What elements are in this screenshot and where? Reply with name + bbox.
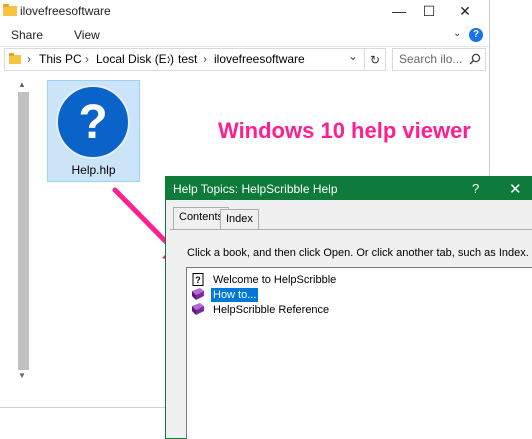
search-icon xyxy=(469,53,481,65)
help-topics-dialog: Help Topics: HelpScribble Help ? ✕ Conte… xyxy=(165,176,532,439)
contents-tree[interactable]: ? Welcome to HelpScribble How to... Help… xyxy=(186,267,532,439)
search-box[interactable]: Search ilo... xyxy=(392,48,486,71)
svg-text:?: ? xyxy=(78,96,107,149)
breadcrumb-test[interactable]: test xyxy=(178,52,197,66)
book-icon xyxy=(192,288,204,300)
tree-item-how-to[interactable]: How to... xyxy=(191,287,259,302)
help-dialog-title-bar[interactable]: Help Topics: HelpScribble Help ? ✕ xyxy=(166,177,532,200)
breadcrumb-separator: › xyxy=(203,52,207,66)
scroll-down-arrow-icon[interactable]: ▼ xyxy=(18,371,26,380)
tree-item-label: HelpScribble Reference xyxy=(213,303,330,316)
breadcrumb-ilovefreesoftware[interactable]: ilovefreesoftware xyxy=(214,52,305,66)
tab-view[interactable]: View xyxy=(74,28,100,42)
breadcrumb-separator: › xyxy=(167,52,171,66)
scroll-up-arrow-icon[interactable]: ▲ xyxy=(18,80,26,89)
chevron-down-icon[interactable]: ⌄ xyxy=(453,28,461,39)
folder-icon xyxy=(9,53,21,64)
tree-item-reference[interactable]: HelpScribble Reference xyxy=(191,302,331,317)
help-dialog-close-button[interactable]: ✕ xyxy=(509,180,522,198)
file-item-help-hlp[interactable]: ? Help.hlp xyxy=(47,80,140,182)
close-button[interactable]: ✕ xyxy=(447,0,483,22)
tree-item-label: Welcome to HelpScribble xyxy=(213,273,337,286)
search-input[interactable]: Search ilo... xyxy=(399,52,462,66)
help-dialog-title: Help Topics: HelpScribble Help xyxy=(173,182,338,196)
maximize-button[interactable]: ☐ xyxy=(411,0,447,22)
tree-item-label: How to... xyxy=(211,287,259,302)
tree-item-welcome[interactable]: ? Welcome to HelpScribble xyxy=(191,272,338,287)
address-dropdown-icon[interactable]: ⌄ xyxy=(348,49,358,63)
help-instruction-text: Click a book, and then click Open. Or cl… xyxy=(187,247,529,259)
tab-share[interactable]: Share xyxy=(11,28,43,42)
book-icon xyxy=(192,303,204,315)
annotation-title: Windows 10 help viewer xyxy=(218,118,471,143)
tab-index[interactable]: Index xyxy=(220,209,259,229)
address-bar[interactable]: › This PC › Local Disk (E:) › test › ilo… xyxy=(4,48,386,71)
folder-icon xyxy=(3,4,17,16)
breadcrumb-local-disk[interactable]: Local Disk (E:) xyxy=(96,52,174,66)
help-icon[interactable]: ? xyxy=(469,28,483,42)
svg-text:?: ? xyxy=(195,275,201,285)
help-question-icon: ? xyxy=(56,85,130,159)
scroll-thumb[interactable] xyxy=(18,92,29,370)
breadcrumb-separator: › xyxy=(85,52,89,66)
explorer-title-bar[interactable]: ilovefreesoftware — ☐ ✕ xyxy=(0,0,489,22)
vertical-scrollbar[interactable]: ▲ ▼ xyxy=(16,80,31,382)
page-question-icon: ? xyxy=(192,273,204,286)
help-dialog-help-button[interactable]: ? xyxy=(472,181,479,196)
file-name-label: Help.hlp xyxy=(71,163,116,177)
tab-panel-divider xyxy=(170,229,532,230)
breadcrumb-separator: › xyxy=(27,52,31,66)
ribbon-bar: Share View ⌄ ? xyxy=(0,24,489,47)
refresh-button[interactable]: ↻ xyxy=(364,48,386,71)
window-title: ilovefreesoftware xyxy=(20,4,111,18)
breadcrumb-this-pc[interactable]: This PC xyxy=(39,52,82,66)
